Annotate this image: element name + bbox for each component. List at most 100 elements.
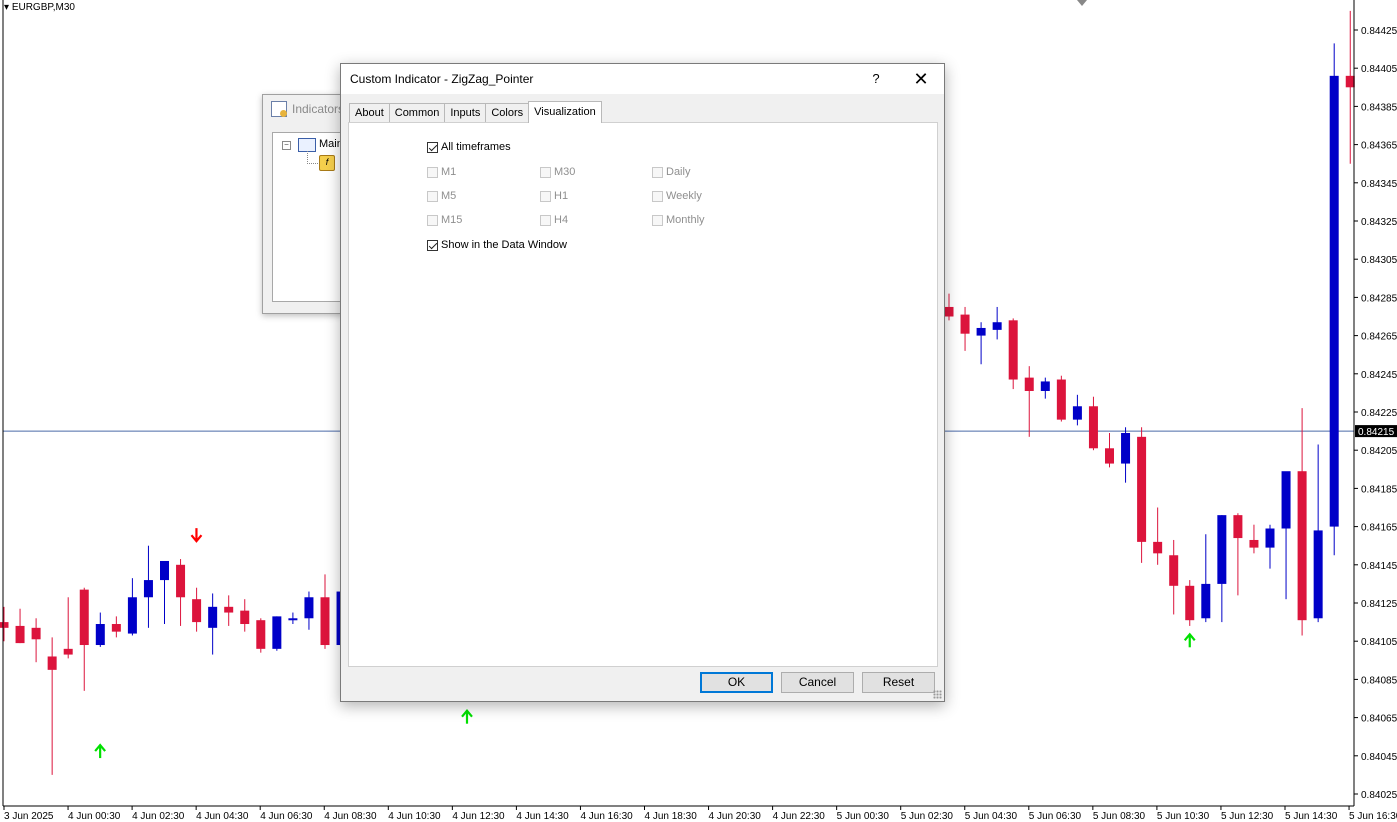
close-button[interactable]: ✕ [901,66,941,92]
timeframe-check-icon[interactable] [540,166,551,178]
price-label: 0.84405 [1361,64,1397,75]
chart-symbol-label[interactable]: ▾ EURGBP,M30 [4,2,75,13]
timeframe-checkbox-m5[interactable]: M5 [427,190,456,202]
custom-indicator-icon[interactable]: f [319,155,335,171]
price-label: 0.84045 [1361,752,1397,763]
timeframe-checkbox-monthly[interactable]: Monthly [652,214,705,226]
timeframe-label: H4 [554,214,569,226]
tab-common[interactable]: Common [388,103,446,123]
timeframe-checkbox-m30[interactable]: M30 [540,166,575,178]
tab-inputs[interactable]: Inputs [444,103,487,123]
time-label: 4 Jun 08:30 [324,811,377,822]
timeframe-checkbox-h1[interactable]: H1 [540,190,568,202]
candle-body [1185,585,1195,621]
timeframe-checkbox-m15[interactable]: M15 [427,214,462,226]
time-label: 3 Jun 2025 [4,811,54,822]
candle-body [0,622,9,628]
price-label: 0.84305 [1361,255,1397,266]
candle-body [208,606,218,628]
tree-collapse-icon[interactable]: − [282,141,291,150]
candle-body [1265,528,1275,548]
resize-grip-icon[interactable] [933,690,942,699]
help-button[interactable]: ? [861,68,891,90]
tab-visualization[interactable]: Visualization [528,101,602,123]
timeframe-checkbox-daily[interactable]: Daily [652,166,690,178]
show-data-window-label: Show in the Data Window [441,239,567,251]
candle-body [1201,583,1211,619]
timeframe-check-icon[interactable] [427,214,438,226]
candle-body [143,580,153,598]
candle-body [944,306,954,317]
timeframe-label: M5 [441,190,457,202]
timeframe-label: M1 [441,166,457,178]
timeframe-label: Monthly [666,214,705,226]
chart-symbol: EURGBP,M30 [11,2,75,13]
timeframe-checkbox-h4[interactable]: H4 [540,214,568,226]
candle-body [192,599,202,623]
cancel-button[interactable]: Cancel [781,672,854,693]
time-label: 4 Jun 16:30 [580,811,633,822]
candle-body [127,597,137,634]
candle-body [15,625,25,644]
candle-body [272,616,282,649]
time-label: 4 Jun 06:30 [260,811,313,822]
candle-body [47,656,57,670]
time-label: 4 Jun 22:30 [773,811,826,822]
tab-about[interactable]: About [349,103,390,123]
price-label: 0.84205 [1361,446,1397,457]
candle-body [1105,448,1114,464]
candle-body [1137,436,1147,542]
price-label: 0.84245 [1361,370,1397,381]
indicators-title-text: Indicators [292,102,344,116]
time-label: 4 Jun 04:30 [196,811,249,822]
all-timeframes-checkbox[interactable]: All timeframes [427,141,511,153]
candle-body [1249,539,1259,548]
candle-body [1153,541,1163,554]
dialog-titlebar[interactable]: Custom Indicator - ZigZag_Pointer ? ✕ [341,64,944,94]
candle-body [256,620,266,649]
timeframe-label: Daily [666,166,691,178]
timeframe-check-icon[interactable] [427,190,438,202]
time-label: 5 Jun 16:30 [1349,811,1397,822]
all-timeframes-label: All timeframes [441,141,511,153]
reset-button[interactable]: Reset [862,672,935,693]
custom-indicator-dialog[interactable]: Custom Indicator - ZigZag_Pointer ? ✕ Ab… [340,63,945,702]
ok-button[interactable]: OK [700,672,773,693]
all-timeframes-check-icon[interactable] [427,141,438,153]
candle-body [1121,433,1131,464]
timeframe-checkbox-m1[interactable]: M1 [427,166,456,178]
timeframe-check-icon[interactable] [652,214,663,226]
timeframe-check-icon[interactable] [652,166,663,178]
time-label: 4 Jun 10:30 [388,811,441,822]
time-label: 5 Jun 08:30 [1093,811,1146,822]
timeframe-checkbox-weekly[interactable]: Weekly [652,190,702,202]
candle-body [240,610,250,625]
timeframe-check-icon[interactable] [540,214,551,226]
candle-body [1297,471,1307,621]
show-data-window-checkbox[interactable]: Show in the Data Window [427,239,567,251]
dialog-tabs: About Common Inputs Colors Visualization [349,101,602,123]
indicators-window[interactable]: Indicators − Main f [262,94,344,314]
candle-body [79,589,89,646]
price-label: 0.84345 [1361,179,1397,190]
timeframe-check-icon[interactable] [540,190,551,202]
candle-body [160,560,169,581]
candle-body [1217,515,1227,584]
show-data-window-check-icon[interactable] [427,239,438,251]
candle-body [304,597,314,619]
tree-connector [307,151,318,164]
time-label: 4 Jun 12:30 [452,811,505,822]
candle-body [1313,530,1323,619]
current-price-label: 0.84215 [1358,427,1395,438]
time-label: 5 Jun 06:30 [1029,811,1082,822]
timeframe-check-icon[interactable] [652,190,663,202]
tab-colors[interactable]: Colors [485,103,530,123]
timeframe-check-icon[interactable] [427,166,438,178]
time-label: 4 Jun 20:30 [709,811,762,822]
indicators-tree[interactable]: − Main f [272,132,343,302]
candle-body [320,597,330,646]
candle-body [1345,75,1355,88]
timeframe-label: M15 [441,214,463,226]
candle-body [1072,406,1082,420]
price-label: 0.84065 [1361,714,1397,725]
